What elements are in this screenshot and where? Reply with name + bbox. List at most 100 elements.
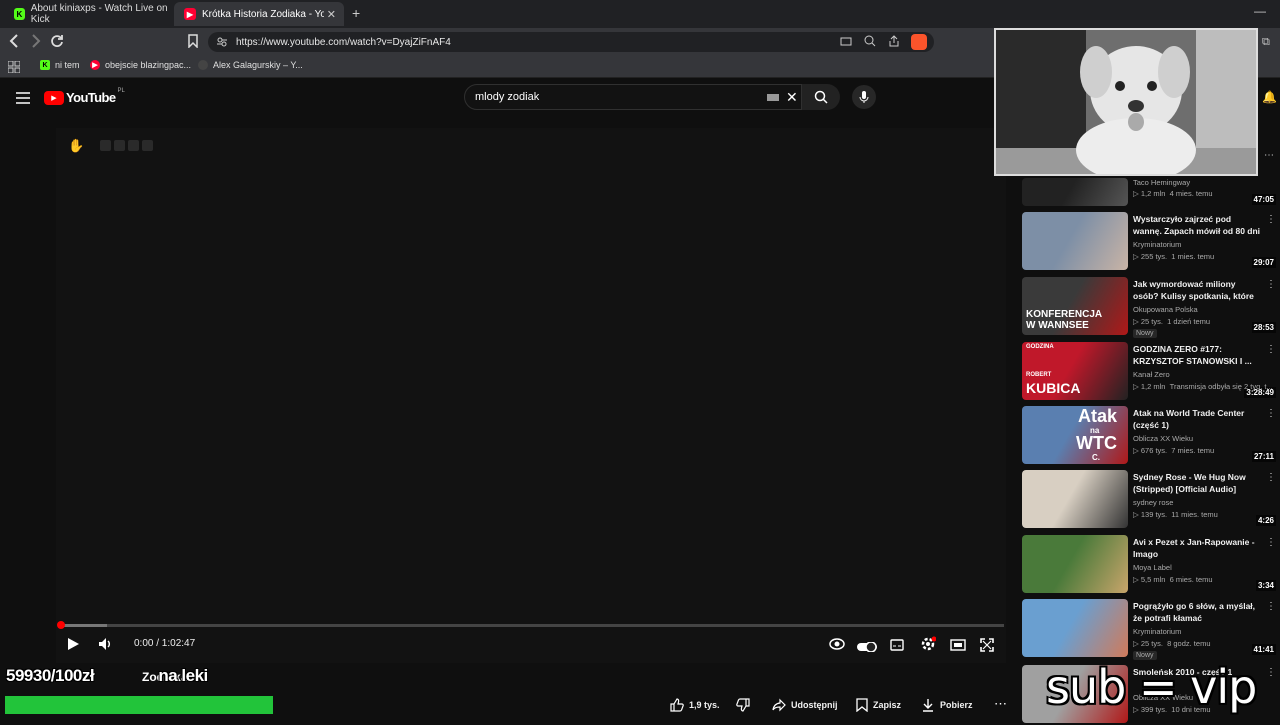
clear-search-icon[interactable]: ✕ bbox=[786, 89, 798, 106]
reading-mode-icon[interactable]: ⧉ bbox=[1262, 36, 1270, 49]
like-button[interactable]: 1,9 tys. bbox=[670, 694, 720, 716]
more-options-icon[interactable]: ⋮ bbox=[1266, 667, 1276, 678]
recommendation-item[interactable]: 28:53 Jak wymordować miliony osób? Kulisy… bbox=[1022, 277, 1280, 338]
channel-name[interactable]: sydney rose bbox=[1133, 498, 1173, 507]
more-options-icon[interactable]: ⋮ bbox=[1266, 344, 1276, 355]
theater-mode-icon[interactable] bbox=[950, 638, 966, 656]
bookmark-label: ni tem bbox=[55, 60, 80, 70]
channel-name[interactable]: Oblicza XX Wieku bbox=[1133, 434, 1193, 443]
save-button[interactable]: Zapisz bbox=[856, 694, 901, 716]
duration-badge: 29:07 bbox=[1251, 257, 1276, 268]
video-title[interactable]: Atak na World Trade Center (część 1) bbox=[1133, 407, 1261, 431]
minimize-icon[interactable]: — bbox=[1254, 4, 1266, 18]
apple-icon bbox=[198, 60, 208, 70]
autoplay-toggle[interactable] bbox=[857, 639, 877, 657]
video-title[interactable]: Pogrążyło go 6 słów, a myślał, że potraf… bbox=[1133, 600, 1261, 624]
bookmark-item[interactable]: ▶ obejscie blazingpac... bbox=[90, 60, 191, 70]
more-options-icon[interactable]: ⋮ bbox=[1266, 408, 1276, 419]
recommendation-item[interactable]: 27:11 Atak na World Trade Center (część 1… bbox=[1022, 406, 1280, 466]
more-actions-icon[interactable]: ⋯ bbox=[994, 696, 1007, 712]
notifications-icon[interactable]: 🔔 bbox=[1262, 90, 1277, 104]
video-thumbnail[interactable] bbox=[1022, 470, 1128, 528]
upload-age: 11 mies. temu bbox=[1171, 510, 1218, 519]
scrubber-handle[interactable] bbox=[57, 621, 65, 629]
close-tab-icon[interactable]: ✕ bbox=[327, 8, 336, 21]
bookmark-icon[interactable] bbox=[188, 34, 198, 51]
thumbnail-text: Atak bbox=[1078, 406, 1118, 426]
video-title[interactable]: Wystarczyło zajrzeć pod wannę. Zapach mó… bbox=[1133, 213, 1261, 238]
recommendation-item[interactable]: 29:07 Wystarczyło zajrzeć pod wannę. Zapa… bbox=[1022, 212, 1280, 272]
menu-icon[interactable] bbox=[16, 91, 30, 109]
more-options-icon[interactable]: ⋮ bbox=[1266, 472, 1276, 483]
channel-name[interactable]: Kryminatorium bbox=[1133, 627, 1181, 636]
recommendation-item[interactable]: 3:28:49 GODZINA ZERO #177: KRZYSZTOF STAN… bbox=[1022, 342, 1280, 402]
cast-icon[interactable] bbox=[840, 36, 852, 51]
video-thumbnail[interactable] bbox=[1022, 212, 1128, 270]
progress-bar[interactable] bbox=[57, 621, 1004, 629]
video-meta: ▷ 25 tys. 1 dzień temu bbox=[1133, 317, 1211, 326]
fullscreen-icon[interactable] bbox=[980, 638, 994, 657]
video-thumbnail[interactable] bbox=[1022, 599, 1128, 657]
new-badge: Nowy bbox=[1133, 329, 1157, 338]
bookmark-item[interactable]: K ni tem bbox=[40, 60, 80, 70]
video-title[interactable]: Avi x Pezet x Jan-Rapowanie - Imago bbox=[1133, 536, 1261, 560]
zoom-icon[interactable] bbox=[864, 35, 876, 50]
duration-badge: 4:26 bbox=[1255, 515, 1276, 526]
channel-name[interactable]: Moya Label bbox=[1133, 563, 1172, 572]
subtitles-icon[interactable] bbox=[890, 638, 904, 656]
browser-tab-bar: K About kiniaxps - Watch Live on Kick ▶ … bbox=[0, 0, 1280, 28]
address-bar[interactable]: https://www.youtube.com/watch?v=DyajZiFn… bbox=[208, 32, 934, 52]
youtube-logo[interactable]: ▶ YouTube PL bbox=[44, 88, 125, 105]
search-input[interactable]: mlody zodiak ✕ bbox=[464, 84, 802, 110]
more-options-icon[interactable]: ⋮ bbox=[1266, 601, 1276, 612]
video-thumbnail[interactable] bbox=[1022, 178, 1128, 206]
dislike-button[interactable] bbox=[736, 694, 750, 716]
hand-cursor-icon: ✋ bbox=[68, 138, 85, 153]
channel-name[interactable]: Kryminatorium bbox=[1133, 240, 1181, 249]
voice-search-button[interactable] bbox=[852, 85, 876, 109]
apps-grid-icon[interactable] bbox=[7, 60, 21, 78]
view-count: 1,2 mln bbox=[1140, 382, 1166, 391]
tab-youtube[interactable]: ▶ Krótka Historia Zodiaka - YouTub ✕ bbox=[174, 2, 344, 26]
tab-kick[interactable]: K About kiniaxps - Watch Live on Kick bbox=[4, 2, 172, 26]
search-button[interactable] bbox=[802, 84, 840, 110]
youtube-icon: ▶ bbox=[90, 60, 100, 70]
recommendation-item[interactable]: 4:26 Sydney Rose - We Hug Now (Stripped) … bbox=[1022, 470, 1280, 530]
video-title[interactable]: Sydney Rose - We Hug Now (Stripped) [Off… bbox=[1133, 471, 1261, 495]
play-icon[interactable] bbox=[66, 637, 80, 656]
more-options-icon[interactable]: ⋮ bbox=[1266, 537, 1276, 548]
more-options-icon[interactable]: ⋮ bbox=[1266, 214, 1276, 225]
share-icon[interactable] bbox=[888, 35, 900, 50]
forward-icon[interactable] bbox=[30, 34, 42, 51]
recommendation-item[interactable]: 3:34 Avi x Pezet x Jan-Rapowanie - Imago M… bbox=[1022, 535, 1280, 595]
channel-name[interactable]: Taco Hemingway bbox=[1133, 178, 1190, 187]
more-icon[interactable]: ⋯ bbox=[1264, 150, 1274, 161]
keyboard-icon[interactable] bbox=[767, 94, 779, 101]
brave-shield-icon[interactable] bbox=[911, 34, 927, 50]
volume-icon[interactable] bbox=[98, 637, 112, 656]
dog-photo bbox=[996, 30, 1256, 174]
like-count: 1,9 tys. bbox=[689, 700, 720, 710]
reload-icon[interactable] bbox=[50, 34, 64, 51]
bookmark-item[interactable]: Alex Galagurskiy – Y... bbox=[198, 60, 303, 70]
video-thumbnail[interactable] bbox=[1022, 535, 1128, 593]
thumbnail-text: ROBERT bbox=[1026, 372, 1052, 378]
eye-icon[interactable] bbox=[829, 637, 845, 656]
site-info-icon[interactable] bbox=[216, 36, 228, 51]
video-player[interactable]: ✋ bbox=[56, 128, 1006, 663]
upload-age: 4 mies. temu bbox=[1169, 189, 1213, 198]
bookmark-label: Alex Galagurskiy – Y... bbox=[213, 60, 303, 70]
download-button[interactable]: Pobierz bbox=[922, 694, 973, 716]
duration-badge: 47:05 bbox=[1251, 194, 1276, 205]
settings-icon[interactable] bbox=[920, 636, 937, 657]
more-options-icon[interactable]: ⋮ bbox=[1266, 279, 1276, 290]
back-icon[interactable] bbox=[8, 34, 20, 51]
channel-name[interactable]: Okupowana Polska bbox=[1133, 305, 1198, 314]
youtube-icon: ▶ bbox=[184, 8, 196, 20]
video-title[interactable]: GODZINA ZERO #177: KRZYSZTOF STANOWSKI I… bbox=[1133, 343, 1261, 367]
video-title[interactable]: Jak wymordować miliony osób? Kulisy spot… bbox=[1133, 278, 1261, 303]
share-button[interactable]: Udostępnij bbox=[772, 694, 838, 716]
recommendation-item[interactable]: 41:41 Pogrążyło go 6 słów, a myślał, że p… bbox=[1022, 599, 1280, 660]
new-tab-button[interactable]: + bbox=[352, 5, 360, 21]
channel-name[interactable]: Kanał Zero bbox=[1133, 370, 1170, 379]
